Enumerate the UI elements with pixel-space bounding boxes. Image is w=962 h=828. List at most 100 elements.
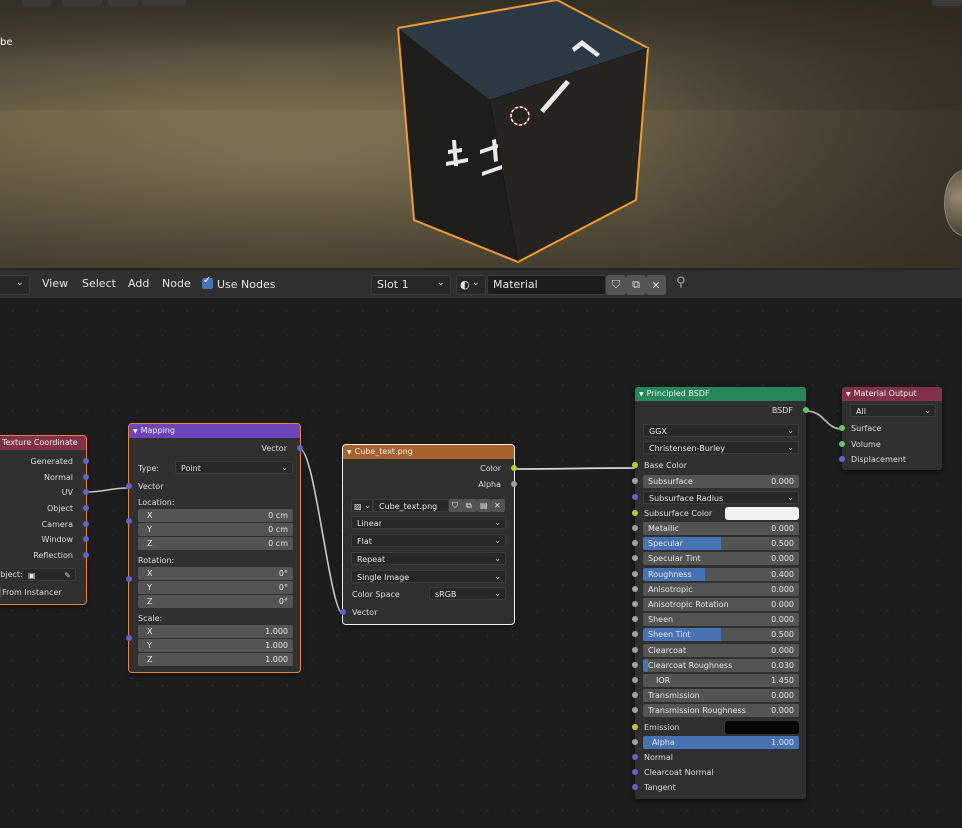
menu-select[interactable]: Select	[82, 277, 116, 290]
3d-viewport[interactable]: be	[0, 0, 962, 268]
principled-bsdf-header[interactable]: ▼ Principled BSDF	[635, 387, 806, 401]
image-texture-node[interactable]: ▼ Cube_text.png Color Alpha ▨ ⌄ Cube_text.…	[340, 444, 517, 625]
subsurface-radius-dropdown[interactable]: Subsurface Radius ⌄	[643, 491, 799, 504]
mapping-type-dropdown[interactable]: Point ⌄	[175, 461, 293, 474]
socket-transmission-roughness[interactable]	[632, 707, 638, 713]
menu-add[interactable]: Add	[128, 277, 149, 290]
principled-bsdf-node[interactable]: ▼ Principled BSDF BSDF GGX ⌄ Christensen-B…	[632, 387, 809, 799]
image-name-field[interactable]: Cube_text.png	[373, 499, 449, 512]
duplicate-material-icon[interactable]: ⧉	[626, 275, 646, 295]
socket-ior[interactable]	[632, 677, 638, 683]
fake-user-shield-icon[interactable]: ⛉	[606, 275, 626, 295]
socket-subsurface-color[interactable]	[632, 510, 638, 516]
socket-location[interactable]	[126, 518, 132, 524]
material-name-field[interactable]: Material	[487, 275, 606, 295]
node-editor-canvas[interactable]: Texture Coordinate Generated Normal UV O…	[0, 298, 962, 828]
socket-image-alpha[interactable]	[511, 481, 517, 487]
socket-subsurface-radius[interactable]	[632, 494, 638, 500]
texture-coordinate-node[interactable]: Texture Coordinate Generated Normal UV O…	[0, 435, 89, 605]
material-output-header[interactable]: ▼ Material Output	[842, 387, 942, 401]
unlink-close-icon[interactable]: ✕	[491, 499, 505, 512]
bsdf-field-transmission[interactable]: Transmission 0.000	[643, 689, 799, 702]
socket-displacement[interactable]	[839, 456, 845, 462]
subsurface-method-dropdown[interactable]: Christensen-Burley ⌄	[643, 441, 799, 454]
open-folder-icon[interactable]: ▤	[477, 499, 491, 512]
socket-clearcoat-normal[interactable]	[632, 769, 638, 775]
bsdf-field-clearcoat-roughness[interactable]: Clearcoat Roughness 0.030	[643, 659, 799, 672]
socket-anisotropic-rotation[interactable]	[632, 601, 638, 607]
interpolation-dropdown[interactable]: Linear ⌄	[351, 516, 506, 529]
mapping-node[interactable]: ▼ Mapping Vector Type: Point ⌄ Vector Loca…	[126, 423, 303, 673]
socket-bsdf-out[interactable]	[803, 407, 809, 413]
socket-emission[interactable]	[632, 724, 638, 730]
viewport-header-button[interactable]	[22, 0, 52, 6]
material-browse-button[interactable]: ◐ ⌄	[456, 275, 486, 295]
color-space-dropdown[interactable]: sRGB ⌄	[429, 587, 506, 600]
socket-metallic[interactable]	[632, 525, 638, 531]
socket-surface[interactable]	[839, 425, 845, 431]
source-dropdown[interactable]: Single Image ⌄	[351, 570, 506, 583]
fake-user-shield-icon[interactable]: ⛉	[449, 499, 463, 512]
texture-coordinate-header[interactable]: Texture Coordinate	[0, 436, 86, 450]
bsdf-field-sheen[interactable]: Sheen 0.000	[643, 613, 799, 626]
collapse-arrow-icon[interactable]: ▼	[347, 449, 352, 456]
alpha-field[interactable]: Alpha 1.000	[643, 736, 799, 749]
socket-transmission[interactable]	[632, 692, 638, 698]
socket-image-vector[interactable]	[340, 609, 346, 615]
socket-clearcoat[interactable]	[632, 647, 638, 653]
collapse-arrow-icon[interactable]: ▼	[846, 391, 851, 398]
projection-dropdown[interactable]: Flat ⌄	[351, 534, 506, 547]
mapping-header[interactable]: ▼ Mapping	[129, 424, 300, 438]
socket-tangent[interactable]	[632, 784, 638, 790]
distribution-dropdown[interactable]: GGX ⌄	[643, 424, 799, 437]
scale-x-field[interactable]: X 1.000	[138, 625, 293, 638]
bsdf-field-specular-tint[interactable]: Specular Tint 0.000	[643, 552, 799, 565]
bsdf-field-ior[interactable]: IOR 1.450	[643, 674, 799, 687]
socket-camera[interactable]	[83, 521, 89, 527]
socket-generated[interactable]	[83, 458, 89, 464]
bsdf-field-roughness[interactable]: Roughness 0.400	[643, 568, 799, 581]
from-instancer-checkbox[interactable]	[0, 587, 1, 598]
socket-rotation[interactable]	[126, 576, 132, 582]
socket-sheen-tint[interactable]	[632, 631, 638, 637]
socket-sheen[interactable]	[632, 616, 638, 622]
rotation-z-field[interactable]: Z 0°	[138, 595, 293, 608]
location-y-field[interactable]: Y0 cm	[138, 523, 293, 536]
collapse-arrow-icon[interactable]: ▼	[639, 391, 644, 398]
socket-object[interactable]	[83, 505, 89, 511]
socket-normal[interactable]	[83, 474, 89, 480]
pin-icon[interactable]: ⚲	[676, 275, 686, 290]
socket-reflection[interactable]	[83, 552, 89, 558]
socket-anisotropic[interactable]	[632, 586, 638, 592]
bsdf-field-specular[interactable]: Specular 0.500	[643, 537, 799, 550]
eyedropper-icon[interactable]: ✎	[64, 569, 71, 582]
bsdf-field-metallic[interactable]: Metallic 0.000	[643, 522, 799, 535]
bsdf-field-transmission-roughness[interactable]: Transmission Roughness 0.000	[643, 704, 799, 717]
bsdf-field-anisotropic-rotation[interactable]: Anisotropic Rotation 0.000	[643, 598, 799, 611]
subsurface-field[interactable]: Subsurface 0.000	[643, 475, 799, 488]
socket-uv[interactable]	[83, 489, 89, 495]
socket-alpha[interactable]	[632, 739, 638, 745]
socket-roughness[interactable]	[632, 571, 638, 577]
slot-dropdown[interactable]: Slot 1 ⌄	[371, 275, 451, 295]
socket-scale[interactable]	[126, 635, 132, 641]
socket-image-color[interactable]	[511, 465, 517, 471]
subsurface-color-swatch[interactable]	[725, 507, 799, 520]
editor-type-dropdown[interactable]: ⌄	[0, 275, 30, 295]
viewport-header-button[interactable]	[932, 0, 962, 6]
cube-object[interactable]	[390, 0, 660, 268]
socket-base-color[interactable]	[632, 462, 638, 468]
unlink-close-icon[interactable]: ✕	[646, 275, 666, 295]
emission-color-swatch[interactable]	[725, 721, 799, 734]
location-x-field[interactable]: X0 cm	[138, 509, 293, 522]
viewport-header-button[interactable]	[142, 0, 186, 6]
location-z-field[interactable]: Z0 cm	[138, 537, 293, 550]
scale-z-field[interactable]: Z 1.000	[138, 653, 293, 666]
viewport-header-button[interactable]	[62, 0, 102, 6]
collapse-arrow-icon[interactable]: ▼	[133, 428, 138, 435]
bsdf-field-anisotropic[interactable]: Anisotropic 0.000	[643, 583, 799, 596]
output-target-dropdown[interactable]: All ⌄	[850, 404, 936, 417]
socket-specular[interactable]	[632, 540, 638, 546]
rotation-x-field[interactable]: X 0°	[138, 567, 293, 580]
socket-mapping-in-vector[interactable]	[126, 483, 132, 489]
